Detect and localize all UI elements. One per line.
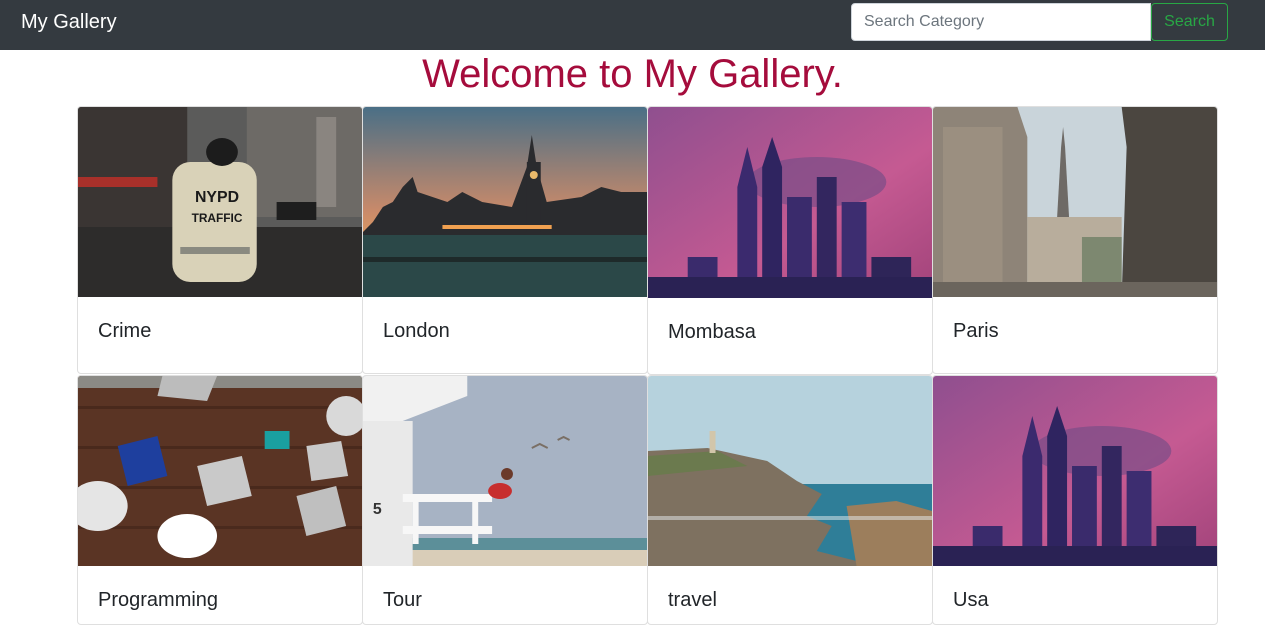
card-label: travel	[668, 589, 717, 611]
city-skyscrapers-pink-sky-photo[interactable]	[933, 376, 1217, 566]
svg-text:5: 5	[373, 501, 382, 518]
gallery-card-crime[interactable]: NYPD TRAFFIC Crime	[77, 106, 363, 374]
svg-text:TRAFFIC: TRAFFIC	[192, 211, 243, 225]
london-parliament-sunset-photo[interactable]	[363, 107, 647, 297]
page-title: Welcome to My Gallery.	[422, 52, 843, 96]
coastal-cliffs-lighthouse-photo[interactable]	[648, 376, 932, 566]
gallery-card-programming[interactable]: Programming	[77, 375, 363, 625]
navbar: My Gallery Search	[0, 0, 1265, 50]
paris-eiffel-tower-street-photo[interactable]	[933, 107, 1217, 297]
card-label: Mombasa	[668, 321, 756, 343]
gallery-card-london[interactable]: London	[362, 106, 648, 374]
search-button[interactable]: Search	[1151, 3, 1228, 41]
card-label: London	[383, 320, 450, 342]
search-input[interactable]	[851, 3, 1151, 41]
gallery-card-paris[interactable]: Paris	[932, 106, 1218, 374]
team-with-laptops-photo[interactable]	[78, 376, 362, 566]
card-label: Programming	[98, 589, 219, 611]
nypd-traffic-officer-photo[interactable]: NYPD TRAFFIC	[78, 107, 362, 297]
card-label: Crime	[98, 320, 152, 342]
gallery-card-travel[interactable]: travel	[647, 375, 933, 625]
gallery-card-tour[interactable]: 5 Tour	[362, 375, 648, 625]
card-label: Paris	[953, 320, 999, 342]
gallery-card-mombasa[interactable]: Mombasa	[647, 106, 933, 375]
lifeguard-tower-beach-photo[interactable]: 5	[363, 376, 647, 566]
card-label: Tour	[383, 589, 422, 611]
svg-text:NYPD: NYPD	[195, 189, 239, 206]
city-skyscrapers-pink-sky-photo[interactable]	[648, 107, 932, 298]
card-label: Usa	[953, 589, 989, 611]
gallery-card-usa[interactable]: Usa	[932, 375, 1218, 625]
brand-link[interactable]: My Gallery	[21, 10, 117, 34]
